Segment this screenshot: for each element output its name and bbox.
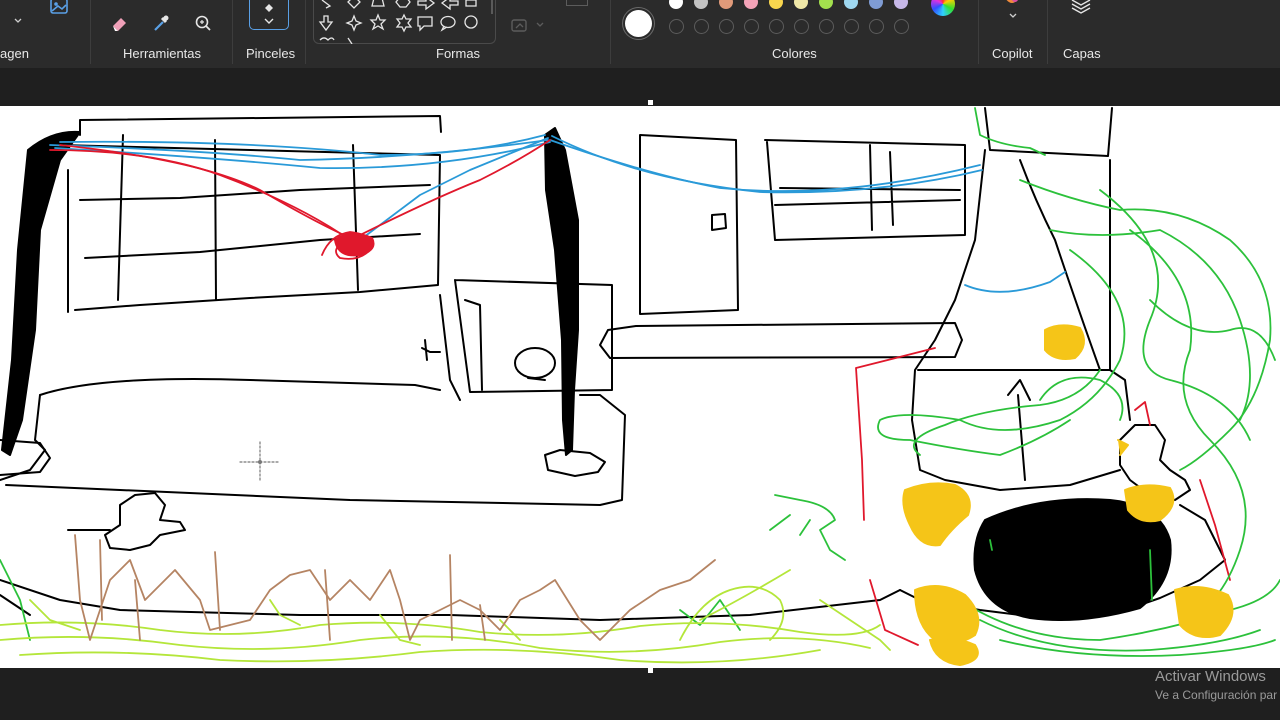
empty-color-slot[interactable] xyxy=(844,19,859,34)
empty-color-slot[interactable] xyxy=(869,19,884,34)
ribbon-toolbar: agen Herramientas Pinceles Formas Colore… xyxy=(0,0,1280,68)
windows-activation-watermark: Activar Windows Ve a Configuración par xyxy=(1155,668,1277,702)
chevron-down-icon[interactable] xyxy=(532,12,548,38)
resize-handle-bottom[interactable] xyxy=(648,668,653,673)
layers-icon[interactable] xyxy=(1068,0,1094,20)
shape-fill-icon[interactable] xyxy=(506,12,532,38)
color-swatch-tan[interactable] xyxy=(719,0,733,9)
divider xyxy=(232,0,233,64)
eraser-icon[interactable] xyxy=(107,10,133,36)
divider xyxy=(305,0,306,64)
shapes-gallery[interactable] xyxy=(313,0,496,45)
group-label-layers: Capas xyxy=(1063,46,1101,61)
color-swatch-white[interactable] xyxy=(669,0,683,9)
empty-color-slot[interactable] xyxy=(819,19,834,34)
magnifier-icon[interactable] xyxy=(190,10,216,36)
empty-color-slot[interactable] xyxy=(794,19,809,34)
drawing-canvas[interactable] xyxy=(0,106,1280,668)
group-label-tools: Herramientas xyxy=(123,46,202,61)
watermark-subtitle: Ve a Configuración par xyxy=(1155,688,1278,702)
group-label-shapes: Formas xyxy=(436,46,481,61)
empty-color-slot[interactable] xyxy=(744,19,759,34)
shapes-icons xyxy=(318,0,478,45)
empty-color-slot[interactable] xyxy=(694,19,709,34)
group-label-copilot: Copilot xyxy=(992,46,1033,61)
group-label-colors: Colores xyxy=(772,46,817,61)
shapes-scrollbar[interactable] xyxy=(491,0,493,14)
selected-color[interactable] xyxy=(625,10,652,37)
color-swatch-blue[interactable] xyxy=(869,0,883,9)
empty-color-slot[interactable] xyxy=(669,19,684,34)
divider xyxy=(978,0,979,64)
divider xyxy=(1047,0,1048,64)
brush-icon xyxy=(265,3,273,12)
color-picker-icon[interactable] xyxy=(148,10,174,36)
chevron-down-icon[interactable] xyxy=(10,8,26,34)
divider xyxy=(610,0,611,64)
color-swatch-cream[interactable] xyxy=(794,0,808,9)
color-swatch-gold[interactable] xyxy=(769,0,783,9)
color-swatch-lime[interactable] xyxy=(819,0,833,9)
brush-button[interactable] xyxy=(249,0,289,30)
resize-handle-top[interactable] xyxy=(648,100,653,105)
color-swatch-lavender[interactable] xyxy=(894,0,908,9)
color-swatch-gray[interactable] xyxy=(694,0,708,9)
watermark-title: Activar Windows xyxy=(1155,668,1266,685)
divider xyxy=(90,0,91,64)
empty-color-slot[interactable] xyxy=(894,19,909,34)
empty-color-slot[interactable] xyxy=(769,19,784,34)
outline-icon[interactable] xyxy=(566,0,588,6)
color-swatch-lightblue[interactable] xyxy=(844,0,858,9)
chevron-down-icon[interactable] xyxy=(1005,9,1021,23)
group-label-image: agen xyxy=(0,46,29,61)
color-swatch-pink[interactable] xyxy=(744,0,758,9)
color-wheel-icon[interactable] xyxy=(931,0,955,16)
group-label-brushes: Pinceles xyxy=(246,46,296,61)
select-image-icon[interactable] xyxy=(46,0,72,20)
sketch-drawing xyxy=(0,107,1280,666)
empty-color-slot[interactable] xyxy=(719,19,734,34)
